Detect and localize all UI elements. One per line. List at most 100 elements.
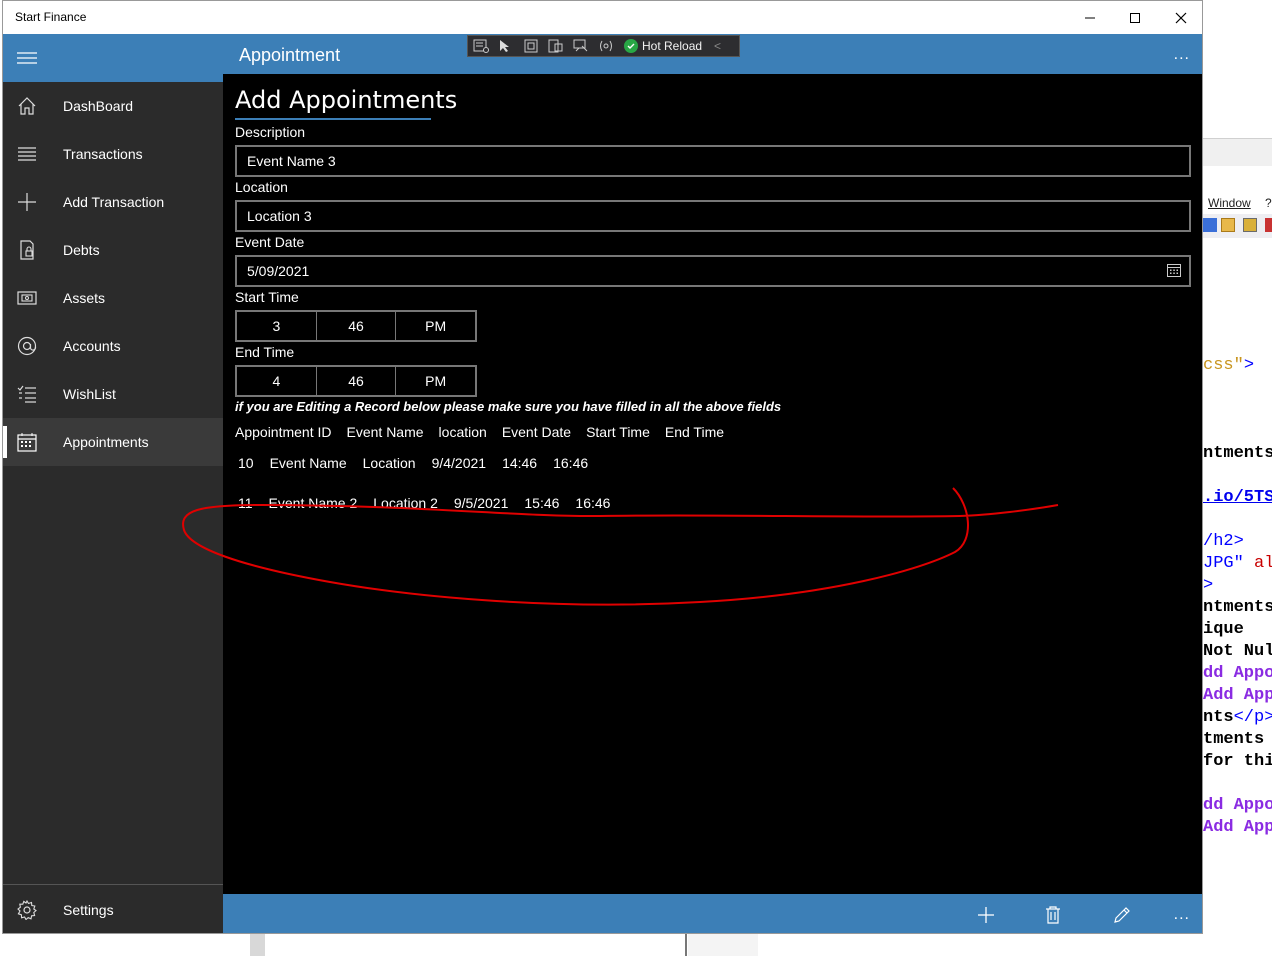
live-visual-tree-button[interactable] [468,36,493,56]
table-row[interactable]: 11 Event Name 2 Location 2 9/5/2021 15:4… [238,495,626,511]
window-titlebar[interactable]: Start Finance [3,1,1202,34]
select-element-button[interactable] [493,36,518,56]
cursor-select-icon [499,40,509,52]
header-more-button[interactable]: ... [1174,46,1190,64]
calendar-icon[interactable] [1167,263,1181,277]
nav-menu: DashBoard Transactions Add Transaction D… [3,82,223,466]
start-period[interactable]: PM [396,312,475,340]
heading-underline [235,118,431,120]
cell-end: 16:46 [553,455,589,471]
tool-icon[interactable] [1265,218,1272,232]
track-focus-button[interactable] [543,36,568,56]
nav-item-appointments[interactable]: Appointments [3,418,223,466]
event-date-picker[interactable]: 5/09/2021 [235,255,1191,287]
column-header[interactable]: Start Time [586,424,650,440]
end-minute[interactable]: 46 [317,367,397,395]
ide-toolbar-strip [1203,138,1272,166]
binding-icon [599,40,612,52]
code-line: ntments [1203,444,1272,463]
background-scrollbar [250,934,265,956]
column-header[interactable]: Event Name [347,424,424,440]
event-date-value: 5/09/2021 [247,263,310,279]
page-title: Appointment [239,45,341,65]
start-time-label: Start Time [235,289,299,305]
plus-icon [3,178,51,226]
nav-label: Appointments [63,434,149,450]
calendar-icon [3,418,51,466]
code-line: css"> [1203,356,1255,375]
main-content: Add Appointments Description Event Name … [223,74,1202,894]
command-bar-more-button[interactable]: ... [1174,906,1190,924]
code-line: JPG" al [1203,554,1272,573]
code-line: dd Appo [1203,796,1272,815]
code-line: /h2> [1203,532,1244,551]
delete-button[interactable] [1040,902,1066,928]
display-adorners-button[interactable] [518,36,543,56]
code-line: Add App [1203,686,1272,705]
end-hour[interactable]: 4 [237,367,317,395]
nav-divider [3,884,223,885]
layout-icon [573,39,587,52]
nav-item-debts[interactable]: Debts [3,226,223,274]
nav-item-assets[interactable]: Assets [3,274,223,322]
start-minute[interactable]: 46 [317,312,397,340]
column-header[interactable]: location [439,424,487,440]
description-input[interactable]: Event Name 3 [235,145,1191,177]
hot-reload-indicator[interactable]: Hot Reload [624,39,702,53]
end-time-label: End Time [235,344,295,360]
cell-location: Location [362,455,416,471]
cell-start: 15:46 [524,495,560,511]
code-line: > [1203,576,1214,595]
start-time-picker[interactable]: 3 46 PM [235,310,477,342]
end-time-picker[interactable]: 4 46 PM [235,365,477,397]
edit-button[interactable] [1109,902,1135,928]
background-panel [688,934,758,956]
table-row[interactable]: 10 Event Name Location 9/4/2021 14:46 16… [238,455,604,471]
minimize-button[interactable] [1067,1,1113,34]
ide-menu-window[interactable]: Window [1208,196,1251,210]
location-input[interactable]: Location 3 [235,200,1191,232]
ide-menu-help[interactable]: ? [1265,196,1272,210]
nav-label: Debts [63,242,100,258]
nav-item-add-transaction[interactable]: Add Transaction [3,178,223,226]
column-header[interactable]: Appointment ID [235,424,332,440]
xaml-debug-toolbar: Hot Reload < [467,35,740,57]
column-header[interactable]: Event Date [502,424,571,440]
cell-date: 9/5/2021 [453,495,509,511]
nav-label: Transactions [63,146,143,162]
align-icon[interactable] [1203,218,1217,232]
maximize-button[interactable] [1112,1,1158,34]
location-label: Location [235,179,288,195]
cell-date: 9/4/2021 [431,455,487,471]
collapse-toolbar-button[interactable]: < [714,39,721,53]
add-button[interactable] [973,902,999,928]
nav-item-dashboard[interactable]: DashBoard [3,82,223,130]
check-icon [624,39,638,53]
code-line: tments [1203,730,1265,749]
home-icon [3,82,51,130]
close-button[interactable] [1158,1,1202,34]
form-heading: Add Appointments [235,86,458,114]
image-icon[interactable] [1243,218,1257,232]
nav-item-accounts[interactable]: Accounts [3,322,223,370]
at-icon [3,322,51,370]
close-icon [1175,12,1187,23]
display-layout-button[interactable] [568,36,593,56]
event-date-label: Event Date [235,234,305,250]
nav-label: Settings [63,902,114,918]
nav-item-settings[interactable]: Settings [3,886,223,933]
nav-label: Add Transaction [63,194,165,210]
end-period[interactable]: PM [396,367,475,395]
nav-item-transactions[interactable]: Transactions [3,130,223,178]
hot-reload-label: Hot Reload [642,39,703,53]
background-ide-window: Window ? css"> ntments .io/5TS /h2> JPG"… [1203,0,1272,956]
code-line: .io/5TS [1203,488,1272,507]
column-header[interactable]: End Time [665,424,724,440]
hamburger-button[interactable] [3,34,223,82]
start-hour[interactable]: 3 [237,312,317,340]
ide-code-editor[interactable]: css"> ntments .io/5TS /h2> JPG" al > ntm… [1203,262,1272,956]
folder-icon[interactable] [1221,218,1235,232]
nav-item-wishlist[interactable]: WishList [3,370,223,418]
maximize-icon [1130,12,1140,23]
binding-failures-button[interactable] [593,36,618,56]
